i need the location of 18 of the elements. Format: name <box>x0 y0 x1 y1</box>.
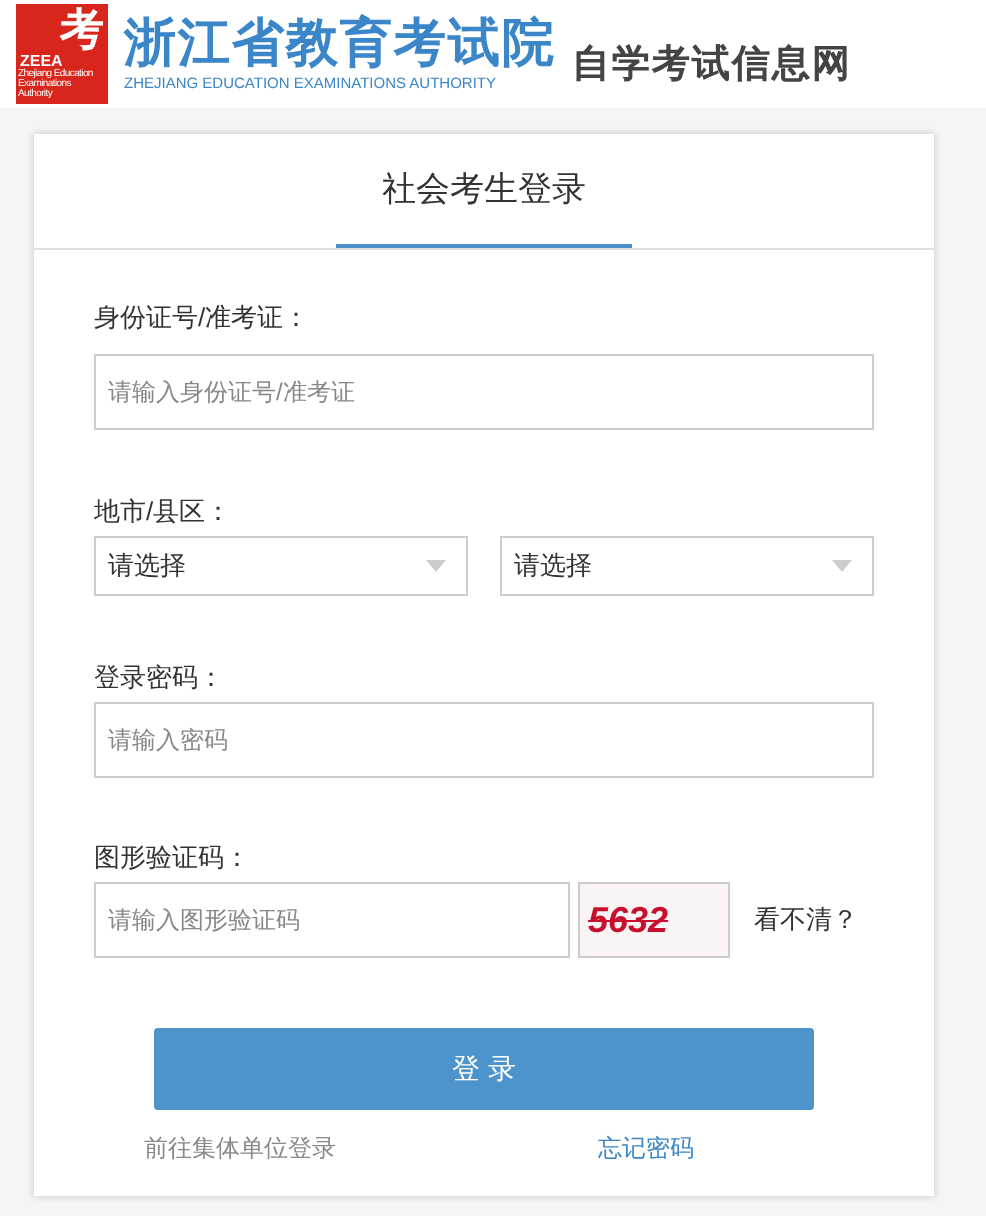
region-select[interactable]: 请选择 <box>94 536 468 596</box>
captcha-image[interactable]: 5632 <box>578 882 730 958</box>
field-label: 登录密码： <box>94 660 226 694</box>
password-input[interactable]: 请输入密码 <box>94 702 874 778</box>
field-label: 地市/县区： <box>94 494 234 528</box>
login-tab[interactable]: 社会考生登录 <box>336 134 632 248</box>
field-label: 身份证号/准考证： <box>94 300 312 334</box>
group-login-link[interactable]: 前往集体单位登录 <box>144 1130 336 1166</box>
caret-icon <box>832 560 852 572</box>
caret-icon <box>426 560 446 572</box>
id-input[interactable]: 请输入身份证号/准考证 <box>94 354 874 430</box>
captcha-input[interactable]: 请输入图形验证码 <box>94 882 570 958</box>
region-select[interactable]: 请选择 <box>500 536 874 596</box>
site-title: 浙江省教育考试院 <box>124 14 556 74</box>
forgot-password-link[interactable]: 忘记密码 <box>598 1130 694 1166</box>
field-label: 图形验证码： <box>94 840 252 874</box>
site-name: 自学考试信息网 <box>572 41 852 90</box>
refresh-captcha-link[interactable]: 看不清？ <box>754 900 858 940</box>
